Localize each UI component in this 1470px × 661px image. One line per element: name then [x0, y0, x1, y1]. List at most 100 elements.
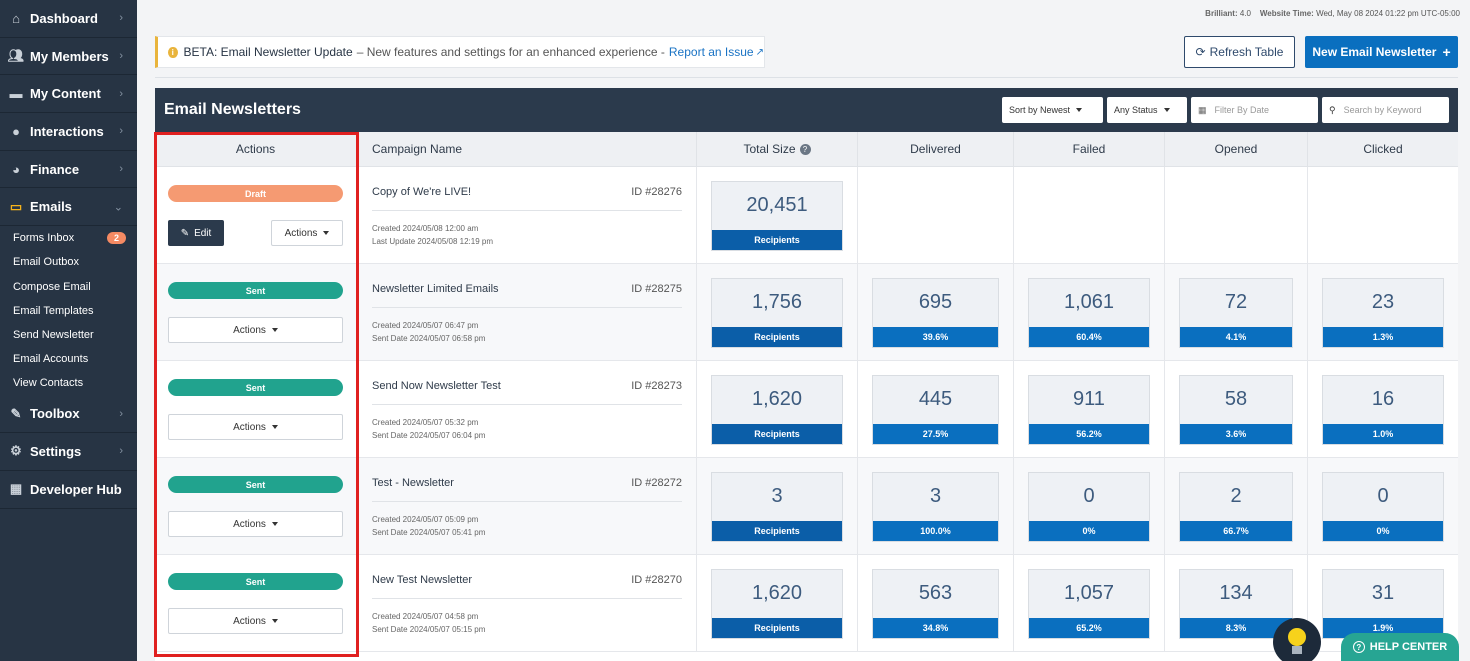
- stat-value: 0: [1083, 485, 1095, 507]
- edit-label: Edit: [194, 227, 212, 239]
- failed-cell: 0 0%: [1014, 458, 1165, 554]
- failed-cell: 1,057 65.2%: [1014, 555, 1165, 651]
- stat-box: 911 56.2%: [1028, 375, 1150, 445]
- stat-percent: 1.3%: [1323, 327, 1443, 347]
- keyword-search-input[interactable]: ⚲ Search by Keyword: [1322, 97, 1449, 123]
- stat-box: 0 0%: [1322, 472, 1444, 542]
- report-issue-link[interactable]: Report an Issue: [669, 45, 754, 59]
- actions-dropdown[interactable]: Actions: [168, 414, 343, 440]
- sidebar-item-interactions[interactable]: ● Interactions ›: [0, 113, 137, 151]
- sidebar-subitem-email-outbox[interactable]: Email Outbox: [0, 250, 137, 274]
- actions-dropdown[interactable]: Actions: [168, 317, 343, 343]
- status-badge: Sent: [168, 573, 343, 590]
- total-size-cell: 3 Recipients: [697, 458, 858, 554]
- home-icon: ⌂: [12, 10, 20, 26]
- actions-cell: Sent Actions: [155, 361, 357, 457]
- caret-down-icon: [271, 619, 278, 623]
- site-meta: Brilliant: 4.0 Website Time: Wed, May 08…: [1205, 9, 1460, 18]
- stat-box: 72 4.1%: [1179, 278, 1293, 348]
- campaign-name[interactable]: Newsletter Limited Emails: [372, 283, 499, 295]
- stat-box: 16 1.0%: [1322, 375, 1444, 445]
- actions-dropdown[interactable]: Actions: [168, 511, 343, 537]
- panel-title: Email Newsletters: [164, 101, 301, 118]
- newsletters-panel: Email Newsletters Sort by Newest Any Sta…: [155, 88, 1458, 661]
- column-header-clicked: Clicked: [1363, 142, 1403, 156]
- edit-button[interactable]: ✎ Edit: [168, 220, 224, 246]
- sidebar-item-my-members[interactable]: 👥︎ My Members ›: [0, 38, 137, 76]
- date-filter-input[interactable]: ▦ Filter By Date: [1191, 97, 1318, 123]
- sidebar-item-label: Emails: [30, 199, 72, 215]
- refresh-table-button[interactable]: ⟳ Refresh Table: [1184, 36, 1295, 68]
- created-date: Created 2024/05/07 06:47 pm: [372, 321, 479, 330]
- sent-date: Sent Date 2024/05/07 05:41 pm: [372, 528, 486, 537]
- sidebar-item-finance[interactable]: ◕ Finance ›: [0, 151, 137, 189]
- stat-box: 1,620 Recipients: [711, 569, 843, 639]
- sidebar-subitem-email-accounts[interactable]: Email Accounts: [0, 347, 137, 371]
- new-label: New Email Newsletter: [1312, 45, 1437, 59]
- chevron-right-icon: ›: [119, 163, 123, 176]
- status-badge: Sent: [168, 379, 343, 396]
- sent-date: Sent Date 2024/05/07 05:15 pm: [372, 625, 486, 634]
- subitem-label: Forms Inbox: [13, 232, 75, 245]
- campaign-name[interactable]: Test - Newsletter: [372, 477, 454, 489]
- stat-value: 445: [918, 388, 953, 410]
- sidebar-item-dashboard[interactable]: ⌂ Dashboard ›: [0, 0, 137, 38]
- sidebar-subitem-forms-inbox[interactable]: Forms Inbox 2: [0, 226, 137, 250]
- actions-label: Actions: [284, 227, 318, 239]
- sidebar-item-developer-hub[interactable]: ▦ Developer Hub: [0, 471, 137, 509]
- stat-value: 72: [1224, 291, 1248, 313]
- comments-icon: ●: [12, 123, 20, 139]
- sidebar-item-label: Dashboard: [30, 10, 98, 26]
- stat-box: 695 39.6%: [872, 278, 999, 348]
- refresh-label: Refresh Table: [1209, 45, 1284, 59]
- stat-percent: 100.0%: [873, 521, 998, 541]
- lightbulb-icon[interactable]: [1273, 618, 1321, 661]
- stat-box: 563 34.8%: [872, 569, 999, 639]
- version-value: 4.0: [1239, 9, 1251, 18]
- sidebar-subitem-send-newsletter[interactable]: Send Newsletter: [0, 323, 137, 347]
- campaign-name[interactable]: Copy of We're LIVE!: [372, 186, 471, 198]
- sidebar-item-my-content[interactable]: ▬ My Content ›: [0, 75, 137, 114]
- stat-box: 445 27.5%: [872, 375, 999, 445]
- new-email-newsletter-button[interactable]: New Email Newsletter +: [1305, 36, 1458, 68]
- failed-cell: 1,061 60.4%: [1014, 264, 1165, 360]
- help-icon[interactable]: ?: [799, 143, 811, 155]
- opened-cell: [1165, 167, 1308, 263]
- actions-dropdown[interactable]: Actions: [168, 608, 343, 634]
- stat-percent: 65.2%: [1029, 618, 1149, 638]
- caret-down-icon: [1076, 108, 1083, 112]
- sidebar-item-emails[interactable]: ▭ Emails ⌄: [0, 188, 137, 227]
- sort-select[interactable]: Sort by Newest: [1002, 97, 1103, 123]
- campaign-id: ID #28270: [631, 574, 682, 586]
- status-value: Any Status: [1114, 105, 1158, 115]
- pie-chart-icon: ◕: [12, 161, 20, 177]
- actions-label: Actions: [233, 518, 266, 530]
- sidebar-item-toolbox[interactable]: ✎ Toolbox ›: [0, 395, 137, 434]
- campaign-dates: Created 2024/05/07 06:47 pm Sent Date 20…: [372, 319, 485, 345]
- refresh-icon: ⟳: [1195, 45, 1206, 59]
- help-center-button[interactable]: ? HELP CENTER: [1341, 633, 1459, 661]
- subitem-label: Email Outbox: [13, 256, 80, 269]
- stat-value: 2: [1230, 485, 1242, 507]
- campaign-name[interactable]: Send Now Newsletter Test: [372, 380, 501, 392]
- stat-value: 31: [1371, 582, 1395, 604]
- stat-label: Recipients: [712, 230, 842, 250]
- chevron-right-icon: ›: [119, 12, 123, 25]
- subitem-label: Send Newsletter: [13, 328, 94, 341]
- status-badge: Draft: [168, 185, 343, 202]
- sidebar-subitem-email-templates[interactable]: Email Templates: [0, 299, 137, 323]
- status-select[interactable]: Any Status: [1107, 97, 1187, 123]
- campaign-cell: Copy of We're LIVE! ID #28276 Created 20…: [357, 167, 697, 263]
- campaign-cell: Newsletter Limited Emails ID #28275 Crea…: [357, 264, 697, 360]
- sidebar-subitem-compose-email[interactable]: Compose Email: [0, 275, 137, 299]
- sidebar-item-settings[interactable]: ⚙ Settings ›: [0, 433, 137, 471]
- column-header-delivered: Delivered: [858, 132, 1014, 166]
- column-header-failed: Failed: [1014, 132, 1165, 166]
- created-date: Created 2024/05/07 05:09 pm: [372, 515, 479, 524]
- sidebar-item-label: Settings: [30, 443, 82, 459]
- actions-dropdown[interactable]: Actions: [271, 220, 343, 246]
- campaign-name[interactable]: New Test Newsletter: [372, 574, 472, 586]
- sidebar-subitem-view-contacts[interactable]: View Contacts: [0, 371, 137, 395]
- beta-notice: i BETA: Email Newsletter Update – New fe…: [155, 36, 765, 68]
- caret-down-icon: [323, 231, 330, 235]
